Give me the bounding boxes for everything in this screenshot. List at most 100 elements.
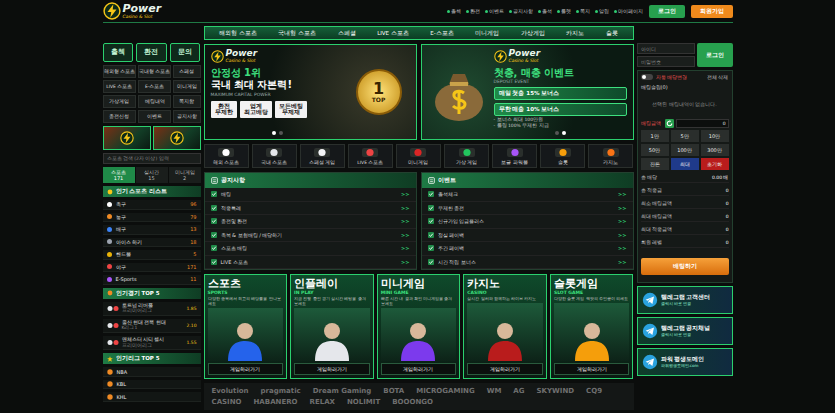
amount-value[interactable]: 0 xyxy=(676,119,729,128)
top-link[interactable]: 룰렛 xyxy=(557,8,571,14)
board-row[interactable]: 신규가입 입금플러스>> xyxy=(422,215,633,229)
clear-all[interactable]: 전체 삭제 xyxy=(707,75,728,80)
sport-item[interactable]: 축구96 xyxy=(103,200,201,210)
amount-button[interactable]: 초기화 xyxy=(701,158,729,170)
game-card[interactable]: 스포츠SPORTS다양한 종목에서 최고의 배당률을 만나보세요게임하러가기 xyxy=(204,274,288,379)
join-button[interactable]: 회원가입 xyxy=(691,5,733,18)
amount-button[interactable]: 10만 xyxy=(701,130,729,142)
sport-item[interactable]: 야구171 xyxy=(103,263,201,273)
logo[interactable]: PowerCasino & Slot xyxy=(103,2,162,20)
nav-item[interactable]: 스페셜 xyxy=(338,30,356,37)
password-input[interactable] xyxy=(637,56,695,67)
sport-item[interactable]: 핸드볼5 xyxy=(103,250,201,260)
game-shortcut[interactable]: 보글 파워볼 xyxy=(492,144,537,168)
menu-item[interactable]: 쪽지함 xyxy=(173,95,200,108)
board-row[interactable]: 무제한 충전>> xyxy=(422,202,633,216)
login-button[interactable]: 로그인 xyxy=(649,5,685,18)
quick-button[interactable]: 환전 xyxy=(136,43,167,62)
board-row[interactable]: 시간 적립 보너스>> xyxy=(422,256,633,270)
game-shortcut[interactable]: 카지노 xyxy=(588,144,633,168)
card-button[interactable]: 게임하러가기 xyxy=(208,363,284,375)
top-link[interactable]: 공지사항 xyxy=(509,8,533,14)
promo-banner[interactable]: PowerCasino & Slot안정성 1위국내 최대 자본력!MAXIMU… xyxy=(204,44,417,140)
board-row[interactable]: 스포츠 배팅>> xyxy=(205,242,416,256)
top-link[interactable]: 출석 xyxy=(538,8,552,14)
nav-item[interactable]: E-스포츠 xyxy=(430,30,453,37)
top-link[interactable]: 이벤트 xyxy=(485,8,504,14)
top-link[interactable]: 마이페이지 xyxy=(614,8,643,14)
menu-item[interactable]: LIVE 스포츠 xyxy=(103,80,136,93)
league-item[interactable]: KHL xyxy=(103,392,201,402)
sport-item[interactable]: 배구13 xyxy=(103,225,201,235)
logo[interactable]: PowerCasino & Slot xyxy=(494,49,627,64)
board-row[interactable]: 적중특례>> xyxy=(205,202,416,216)
sport-item[interactable]: E-Sports11 xyxy=(103,275,201,285)
menu-item[interactable]: 베팅내역 xyxy=(138,95,171,108)
amount-button[interactable]: 잔돈 xyxy=(641,158,669,170)
board-row[interactable]: 배팅>> xyxy=(205,188,416,202)
game-shortcut[interactable]: 해외 스포츠 xyxy=(204,144,249,168)
menu-item[interactable]: E-스포츠 xyxy=(138,80,171,93)
quick-button[interactable]: 출첵 xyxy=(103,43,134,62)
side-banner[interactable] xyxy=(153,126,201,150)
league-item[interactable]: NBA xyxy=(103,367,201,377)
game-card[interactable]: 인플레이IN PLAY지금 진행 중인 경기 실시간 베팅을 즐겨보세요게임하러… xyxy=(290,274,374,379)
nav-item[interactable]: 카지노 xyxy=(566,30,584,37)
menu-item[interactable]: 가상게임 xyxy=(103,95,136,108)
game-card[interactable]: 미니게임MINI GAME빠른 시간 내 결과 확인 미니게임을 즐겨보세요게임… xyxy=(377,274,461,379)
menu-item[interactable]: 이벤트 xyxy=(138,110,171,123)
amount-button[interactable]: 300만 xyxy=(701,144,729,156)
menu-item[interactable]: 미니게임 xyxy=(173,80,200,93)
telegram-banner[interactable]: 텔레그램 공지채널클릭시 바로 연결 xyxy=(637,317,733,345)
amount-button[interactable]: 5만 xyxy=(671,130,699,142)
game-shortcut[interactable]: 스페셜 게임 xyxy=(300,144,345,168)
board-row[interactable]: 주간 페이백>> xyxy=(422,242,633,256)
match-item[interactable]: 맨체스터 시티 첼시프리미어리그1.55 xyxy=(103,336,201,350)
match-item[interactable]: 토트넘 리버풀프리미어리그1.85 xyxy=(103,302,201,316)
menu-item[interactable]: 국내형 스포츠 xyxy=(138,65,171,78)
sport-tab[interactable]: 실시간15 xyxy=(136,167,168,183)
carousel-dot[interactable] xyxy=(279,131,283,135)
top-link[interactable]: 환전 xyxy=(466,8,480,14)
card-button[interactable]: 게임하러가기 xyxy=(467,363,543,375)
carousel-dot[interactable] xyxy=(555,131,559,135)
board-row[interactable]: 정실 페이백>> xyxy=(422,229,633,243)
top-link[interactable]: 알림 xyxy=(595,8,609,14)
board-row[interactable]: 충전및 환전>> xyxy=(205,215,416,229)
promo-banner[interactable]: PowerCasino & Slot첫충, 매충 이벤트DEPOSIT EVEN… xyxy=(421,44,634,140)
sport-tab[interactable]: 스포츠171 xyxy=(103,167,135,183)
nav-item[interactable]: 가상게임 xyxy=(521,30,545,37)
game-shortcut[interactable]: LIVE 스포츠 xyxy=(348,144,393,168)
id-input[interactable] xyxy=(637,43,695,54)
login-submit[interactable]: 로그인 xyxy=(697,43,733,67)
sport-search[interactable] xyxy=(103,153,201,164)
board-row[interactable]: 축복 & 보험배팅 / 배당하기>> xyxy=(205,229,416,243)
amount-button[interactable]: 최대 xyxy=(671,158,699,170)
menu-item[interactable]: 충전신청 xyxy=(103,110,136,123)
game-shortcut[interactable]: 미니게임 xyxy=(396,144,441,168)
logo[interactable]: PowerCasino & Slot xyxy=(211,49,344,64)
top-link[interactable]: 출첵 xyxy=(447,8,461,14)
nav-item[interactable]: 미니게임 xyxy=(475,30,499,37)
sport-item[interactable]: 농구79 xyxy=(103,213,201,223)
card-button[interactable]: 게임하러가기 xyxy=(381,363,457,375)
board-row[interactable]: 출석체크>> xyxy=(422,188,633,202)
menu-item[interactable]: 공지사항 xyxy=(173,110,200,123)
nav-item[interactable]: 국내형 스포츠 xyxy=(278,30,316,37)
top-link[interactable]: 쪽지 xyxy=(576,8,590,14)
game-card[interactable]: 슬롯게임SLOT GAME다양한 슬롯 게임 잭팟의 주인공이 되세요게임하러가… xyxy=(550,274,634,379)
match-item[interactable]: 울산 현대 전북 현대K리그12.10 xyxy=(103,319,201,333)
telegram-banner[interactable]: 텔레그램 고객센터클릭시 바로 연결 xyxy=(637,286,733,314)
amount-button[interactable]: 1만 xyxy=(641,130,669,142)
side-banner[interactable] xyxy=(103,126,151,150)
nav-item[interactable]: LIVE 스포츠 xyxy=(377,30,409,37)
league-item[interactable]: KBL xyxy=(103,380,201,390)
game-shortcut[interactable]: 가상 게임 xyxy=(444,144,489,168)
game-shortcut[interactable]: 국내 스포츠 xyxy=(252,144,297,168)
sport-tab[interactable]: 미니게임2 xyxy=(169,167,201,183)
carousel-dot[interactable] xyxy=(562,131,566,135)
card-button[interactable]: 게임하러가기 xyxy=(554,363,630,375)
auto-odds-toggle[interactable] xyxy=(641,74,653,80)
nav-item[interactable]: 슬롯 xyxy=(606,30,618,37)
game-card[interactable]: 카지노CASINO실시간 딜러와 함께하는 라이브 카지노게임하러가기 xyxy=(463,274,547,379)
